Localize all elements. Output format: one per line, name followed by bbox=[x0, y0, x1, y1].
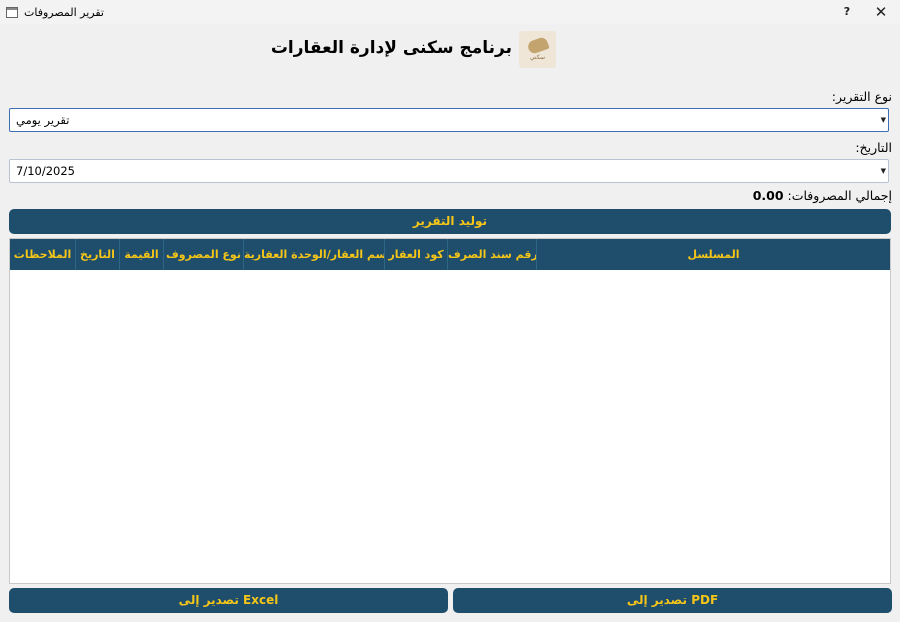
logo-text: سكني bbox=[529, 53, 546, 61]
generate-report-button[interactable]: توليد التقرير bbox=[9, 209, 891, 234]
column-header-voucher-number[interactable]: رقم سند الصرف bbox=[447, 239, 536, 270]
dropdown-arrow-icon[interactable]: ▼ bbox=[881, 116, 886, 124]
title-bar: تقرير المصروفات ? ✕ bbox=[0, 0, 900, 24]
app-header: سكني برنامج سكنى لإدارة العقارات bbox=[0, 30, 900, 70]
column-header-serial[interactable]: المسلسل bbox=[536, 239, 890, 270]
export-pdf-button[interactable]: تصدير إلى PDF bbox=[453, 588, 892, 613]
table-header: المسلسل رقم سند الصرف كود العقار اسم الع… bbox=[10, 239, 890, 270]
window-app-icon bbox=[6, 6, 18, 18]
help-button[interactable]: ? bbox=[832, 0, 862, 24]
column-header-property-name[interactable]: اسم العقار/الوحدة العقارية bbox=[243, 239, 384, 270]
column-header-notes[interactable]: الملاحظات bbox=[10, 239, 75, 270]
report-type-select[interactable]: تقرير يومي ▼ bbox=[9, 108, 889, 132]
export-excel-button[interactable]: تصدير إلى Excel bbox=[9, 588, 448, 613]
report-type-label: نوع التقرير: bbox=[831, 89, 892, 104]
column-header-expense-type[interactable]: نوع المصروف bbox=[163, 239, 243, 270]
total-label: إجمالي المصروفات: bbox=[787, 188, 892, 203]
date-value: 7/10/2025 bbox=[16, 164, 75, 178]
sakani-logo-icon: سكني bbox=[519, 31, 556, 68]
app-title: برنامج سكنى لإدارة العقارات bbox=[270, 38, 512, 58]
title-group: تقرير المصروفات bbox=[6, 6, 104, 19]
total-expenses: إجمالي المصروفات: 0.00 bbox=[753, 188, 892, 203]
window-title: تقرير المصروفات bbox=[24, 5, 104, 19]
total-value: 0.00 bbox=[752, 188, 784, 203]
dropdown-arrow-icon[interactable]: ▼ bbox=[881, 167, 886, 175]
logo-mark bbox=[525, 35, 550, 55]
column-header-date[interactable]: التاريخ bbox=[75, 239, 119, 270]
date-picker[interactable]: 7/10/2025 ▼ bbox=[9, 159, 889, 183]
close-button[interactable]: ✕ bbox=[866, 0, 896, 24]
report-type-value: تقرير يومي bbox=[16, 113, 70, 127]
column-header-amount[interactable]: القيمة bbox=[119, 239, 163, 270]
date-label: التاريخ: bbox=[855, 140, 892, 155]
column-header-property-code[interactable]: كود العقار bbox=[384, 239, 447, 270]
expenses-table: المسلسل رقم سند الصرف كود العقار اسم الع… bbox=[9, 238, 891, 584]
